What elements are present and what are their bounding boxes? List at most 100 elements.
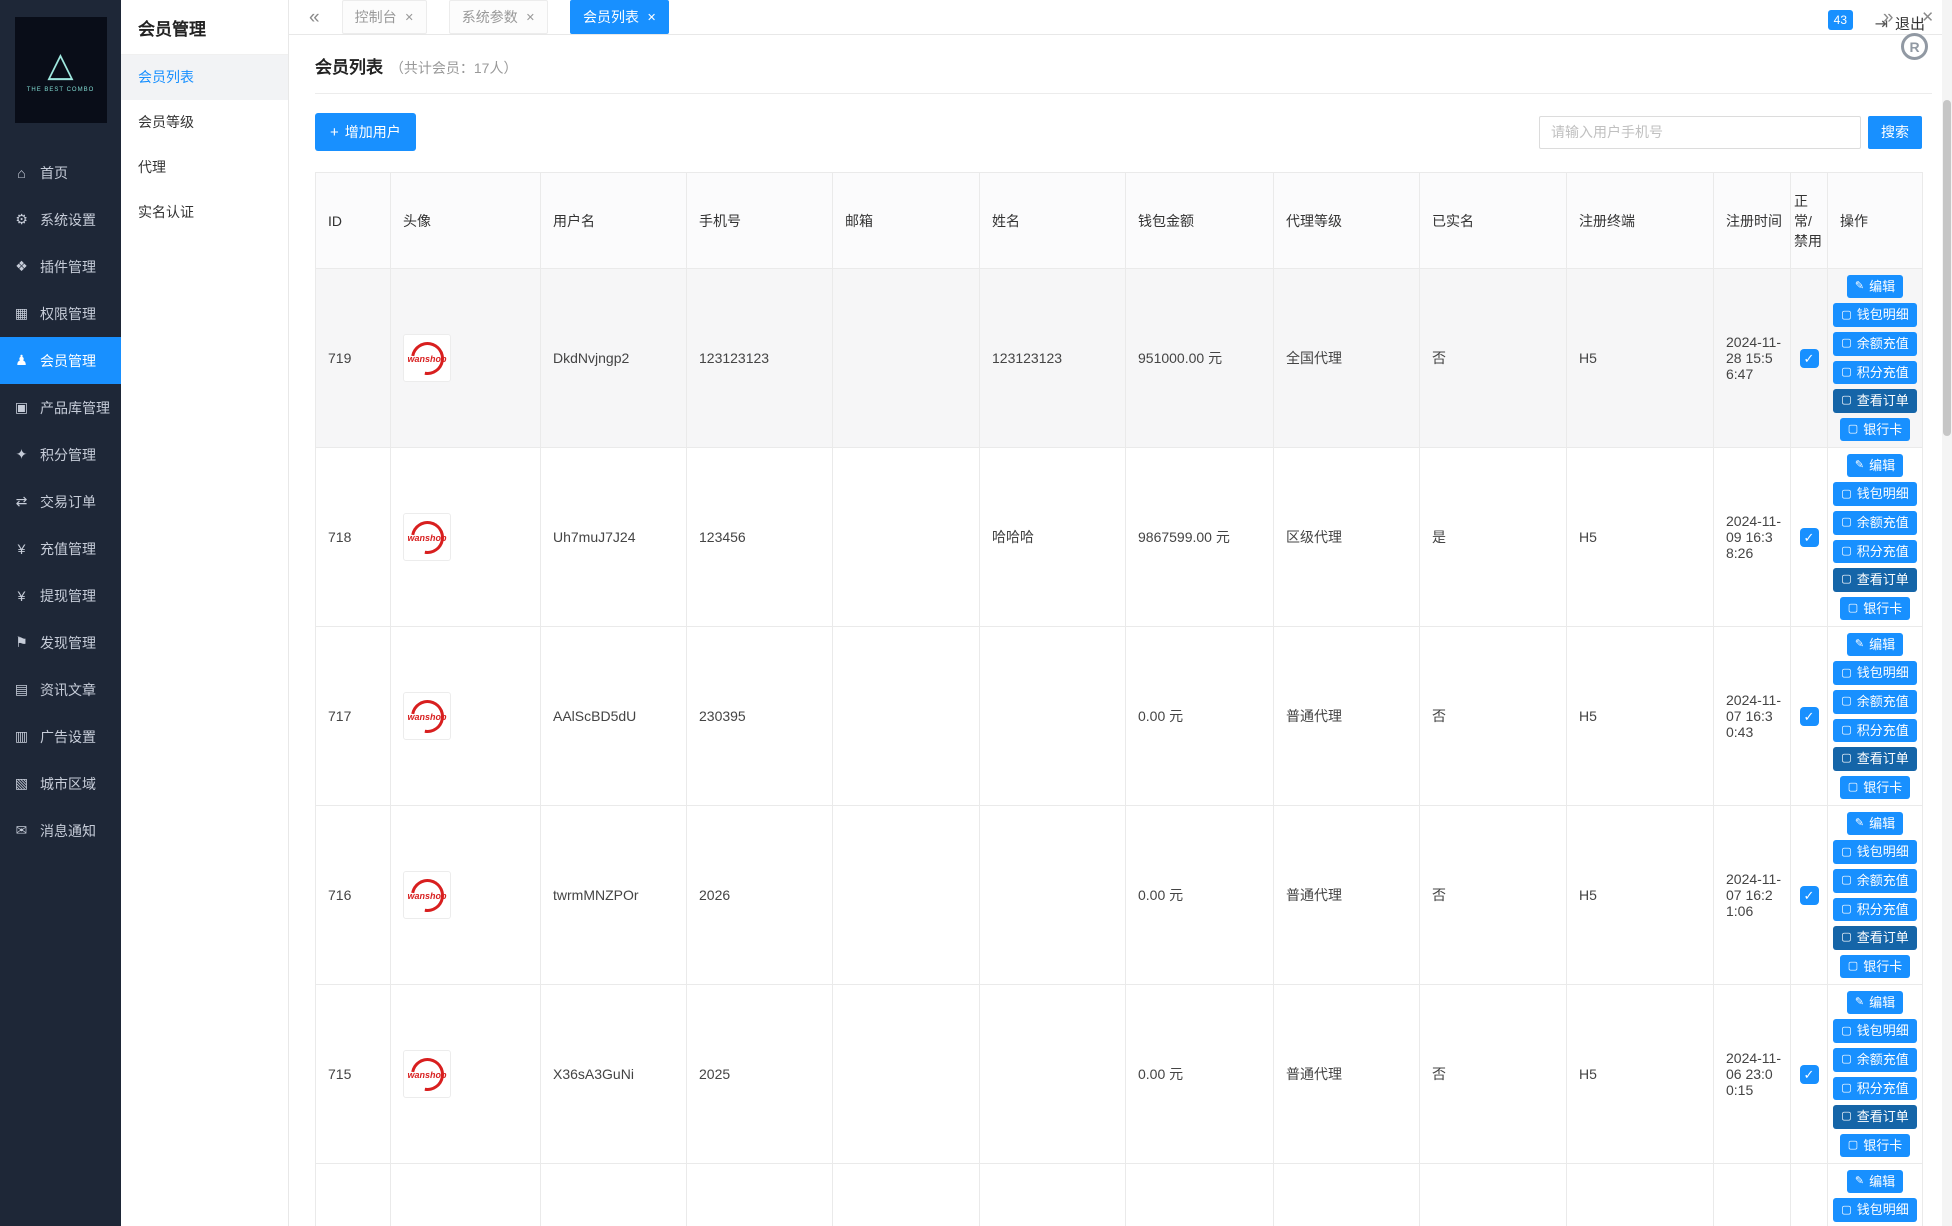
action-button-wallet-detail[interactable]: ▢ 钱包明细 [1833, 303, 1916, 327]
action-button-edit[interactable]: ✎ 编辑 [1847, 454, 1903, 478]
action-button-view-orders[interactable]: ▢ 查看订单 [1833, 568, 1916, 592]
scrollbar-thumb[interactable] [1943, 100, 1951, 436]
sidebar-item-label: 权限管理 [40, 304, 96, 324]
member-wallet: 0.00 元 [1138, 708, 1183, 724]
action-button-wallet-detail[interactable]: ▢ 钱包明细 [1833, 482, 1916, 506]
scrollbar[interactable] [1942, 0, 1952, 1226]
sidebar-item-member-management[interactable]: ♟ 会员管理 [0, 337, 121, 384]
sidebar-item-city-region[interactable]: ▧ 城市区域 [0, 760, 121, 807]
action-label: 编辑 [1869, 636, 1895, 654]
action-button-balance-recharge[interactable]: ▢ 余额充值 [1833, 690, 1916, 714]
action-button-balance-recharge[interactable]: ▢ 余额充值 [1833, 1048, 1916, 1072]
sidebar-item-points-management[interactable]: ✦ 积分管理 [0, 431, 121, 478]
tab-close-icon[interactable]: ✕ [405, 11, 414, 24]
action-button-edit[interactable]: ✎ 编辑 [1847, 633, 1903, 657]
action-button-points-recharge[interactable]: ▢ 积分充值 [1833, 1077, 1916, 1101]
table-row-715: 715 wanshop X36sA3GuNi 2025 0.00 元 普通代理 … [316, 985, 1923, 1164]
search-group: 搜索 [1539, 116, 1922, 149]
member-id: 715 [328, 1066, 351, 1082]
add-user-button[interactable]: + 增加用户 [315, 113, 416, 151]
action-button-bank-card[interactable]: ▢ 银行卡 [1840, 418, 1910, 442]
document-icon: ▢ [1841, 875, 1851, 886]
action-button-wallet-detail[interactable]: ▢ 钱包明细 [1833, 840, 1916, 864]
action-button-wallet-detail[interactable]: ▢ 钱包明细 [1833, 1019, 1916, 1043]
sidebar-item-discover-management[interactable]: ⚑ 发现管理 [0, 619, 121, 666]
action-button-view-orders[interactable]: ▢ 查看订单 [1833, 389, 1916, 413]
sidebar-item-permission-management[interactable]: ▦ 权限管理 [0, 290, 121, 337]
action-button-bank-card[interactable]: ▢ 银行卡 [1840, 776, 1910, 800]
status-toggle[interactable]: ✓ [1800, 528, 1819, 547]
sidebar-item-trade-orders[interactable]: ⇄ 交易订单 [0, 478, 121, 525]
action-button-points-recharge[interactable]: ▢ 积分充值 [1833, 540, 1916, 564]
user-avatar[interactable]: wanshop [403, 1050, 451, 1098]
sidebar-item-news-articles[interactable]: ▤ 资讯文章 [0, 666, 121, 713]
tab-close-icon[interactable]: ✕ [647, 11, 656, 24]
member-id: 718 [328, 529, 351, 545]
tab-console[interactable]: 控制台 ✕ [342, 0, 427, 34]
table-body: 719 wanshop DkdNvjngp2 123123123 1231231… [316, 269, 1923, 1226]
action-button-edit[interactable]: ✎ 编辑 [1847, 812, 1903, 836]
submenu-item-real-name-auth[interactable]: 实名认证 [121, 190, 288, 235]
action-button-edit[interactable]: ✎ 编辑 [1847, 991, 1903, 1015]
document-icon: ▢ [1841, 1054, 1851, 1065]
action-button-view-orders[interactable]: ▢ 查看订单 [1833, 747, 1916, 771]
sidebar-item-label: 产品库管理 [40, 398, 110, 418]
search-button[interactable]: 搜索 [1868, 116, 1922, 149]
sidebar-item-message-notice[interactable]: ✉ 消息通知 [0, 807, 121, 854]
column-header-email: 邮箱 [833, 173, 980, 269]
action-label: 编辑 [1869, 815, 1895, 833]
logo-text: THE BEST COMBO [27, 87, 95, 93]
action-button-points-recharge[interactable]: ▢ 积分充值 [1833, 361, 1916, 385]
search-input[interactable] [1539, 116, 1861, 149]
notification-badge[interactable]: 43 [1828, 10, 1853, 30]
sidebar-item-label: 系统设置 [40, 210, 96, 230]
submenu-item-member-list[interactable]: 会员列表 [121, 55, 288, 100]
sidebar-item-withdraw-management[interactable]: ¥ 提现管理 [0, 572, 121, 619]
action-button-wallet-detail[interactable]: ▢ 钱包明细 [1833, 661, 1916, 685]
status-toggle[interactable]: ✓ [1800, 349, 1819, 368]
content: 会员列表 （共计会员：17人） + 增加用户 搜索 [289, 35, 1952, 1226]
logout-button[interactable]: ⇥ 退出 [1875, 13, 1925, 34]
registered-mark-widget[interactable]: R [1901, 33, 1928, 60]
column-header-label: 头像 [403, 213, 431, 229]
sidebar-item-recharge-management[interactable]: ¥ 充值管理 [0, 525, 121, 572]
sidebar-item-product-library[interactable]: ▣ 产品库管理 [0, 384, 121, 431]
action-button-view-orders[interactable]: ▢ 查看订单 [1833, 1105, 1916, 1129]
status-toggle[interactable]: ✓ [1800, 707, 1819, 726]
action-button-wallet-detail[interactable]: ▢ 钱包明细 [1833, 1198, 1916, 1222]
user-avatar[interactable]: wanshop [403, 513, 451, 561]
status-toggle[interactable]: ✓ [1800, 886, 1819, 905]
user-avatar[interactable]: wanshop [403, 871, 451, 919]
sidebar-item-plugin-management[interactable]: ❖ 插件管理 [0, 243, 121, 290]
action-button-balance-recharge[interactable]: ▢ 余额充值 [1833, 332, 1916, 356]
tabs-scroll-left-icon[interactable]: « [309, 8, 320, 27]
action-button-balance-recharge[interactable]: ▢ 余额充值 [1833, 869, 1916, 893]
submenu-item-agent[interactable]: 代理 [121, 145, 288, 190]
action-button-view-orders[interactable]: ▢ 查看订单 [1833, 926, 1916, 950]
action-label: 银行卡 [1863, 421, 1902, 439]
action-button-edit[interactable]: ✎ 编辑 [1847, 1170, 1903, 1194]
sidebar-item-system-settings[interactable]: ⚙ 系统设置 [0, 196, 121, 243]
action-button-bank-card[interactable]: ▢ 银行卡 [1840, 597, 1910, 621]
action-button-points-recharge[interactable]: ▢ 积分充值 [1833, 898, 1916, 922]
tab-member-list[interactable]: 会员列表 ✕ [570, 0, 669, 34]
document-icon: ▢ [1848, 424, 1858, 435]
avatar-logo-text: wanshop [404, 533, 450, 543]
tab-close-icon[interactable]: ✕ [526, 11, 535, 24]
action-button-points-recharge[interactable]: ▢ 积分充值 [1833, 719, 1916, 743]
action-button-bank-card[interactable]: ▢ 银行卡 [1840, 1134, 1910, 1158]
user-avatar[interactable]: wanshop [403, 692, 451, 740]
sidebar-item-label: 城市区域 [40, 774, 96, 794]
ads-icon: ▥ [13, 728, 30, 745]
sidebar-item-ad-settings[interactable]: ▥ 广告设置 [0, 713, 121, 760]
tab-system-params[interactable]: 系统参数 ✕ [449, 0, 548, 34]
action-button-bank-card[interactable]: ▢ 银行卡 [1840, 955, 1910, 979]
column-header-verified: 已实名 [1420, 173, 1567, 269]
submenu-item-member-level[interactable]: 会员等级 [121, 100, 288, 145]
action-button-edit[interactable]: ✎ 编辑 [1847, 275, 1903, 299]
action-button-balance-recharge[interactable]: ▢ 余额充值 [1833, 511, 1916, 535]
status-toggle[interactable]: ✓ [1800, 1065, 1819, 1084]
member-username: twrmMNZPOr [553, 887, 639, 903]
user-avatar[interactable]: wanshop [403, 334, 451, 382]
sidebar-item-home[interactable]: ⌂ 首页 [0, 149, 121, 196]
